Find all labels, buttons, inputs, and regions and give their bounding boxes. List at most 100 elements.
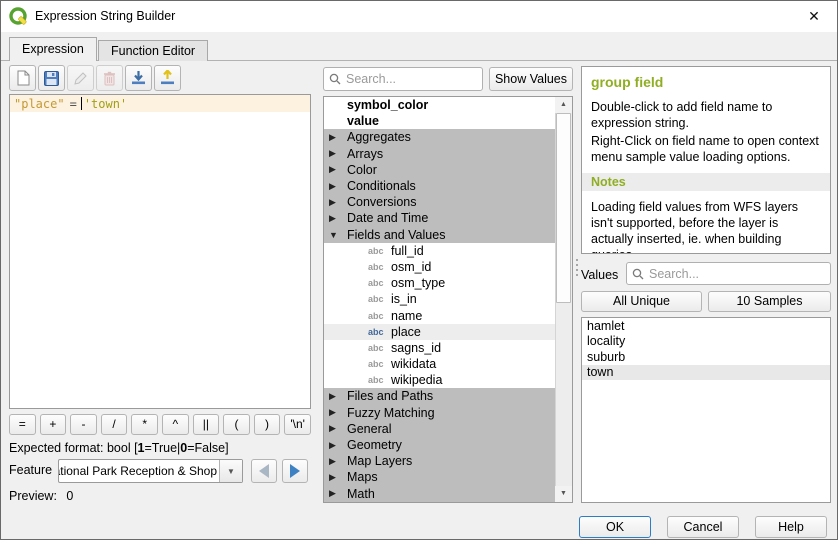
tree-group-arrays[interactable]: ▶Arrays <box>324 146 556 162</box>
expand-icon[interactable]: ▶ <box>329 440 343 451</box>
text-field-icon: abc <box>368 262 387 272</box>
tree-group-map-layers[interactable]: ▶Map Layers <box>324 453 556 469</box>
tree-group-aggregates[interactable]: ▶Aggregates <box>324 129 556 145</box>
help-notes-body: Loading field values from WFS layers isn… <box>591 199 821 254</box>
scroll-up-icon[interactable]: ▲ <box>555 97 572 113</box>
scroll-down-icon[interactable]: ▼ <box>555 486 572 502</box>
expand-icon[interactable]: ▶ <box>329 472 343 483</box>
tree-field-place[interactable]: abcplace <box>324 324 556 340</box>
expand-icon[interactable]: ▶ <box>329 213 343 224</box>
next-feature-button[interactable] <box>282 459 308 483</box>
op-minus-button[interactable]: - <box>70 414 97 435</box>
function-help-panel: group field Double-click to add field na… <box>581 66 831 254</box>
previous-feature-button[interactable] <box>251 459 277 483</box>
tree-group-geometry[interactable]: ▶Geometry <box>324 437 556 453</box>
ten-samples-button[interactable]: 10 Samples <box>708 291 831 312</box>
close-icon[interactable]: ✕ <box>791 1 837 31</box>
new-expression-button[interactable] <box>9 65 36 91</box>
op-equals-button[interactable]: = <box>9 414 36 435</box>
help-body-line2: Right-Click on field name to open contex… <box>591 133 821 165</box>
cancel-button[interactable]: Cancel <box>667 516 739 538</box>
op-open-paren-button[interactable]: ( <box>223 414 250 435</box>
tree-field-wikidata[interactable]: abcwikidata <box>324 356 556 372</box>
op-multiply-button[interactable]: * <box>131 414 158 435</box>
tree-group-conversions[interactable]: ▶Conversions <box>324 194 556 210</box>
feature-combobox-value[interactable]: k National Park Reception & Shop <box>59 460 219 482</box>
text-field-icon: abc <box>368 278 387 288</box>
value-item-town[interactable]: town <box>582 365 830 380</box>
expand-icon[interactable]: ▶ <box>329 407 343 418</box>
import-expression-button[interactable] <box>125 65 152 91</box>
all-unique-button[interactable]: All Unique <box>581 291 702 312</box>
expand-icon[interactable]: ▶ <box>329 488 343 499</box>
tree-field-full-id[interactable]: abcfull_id <box>324 243 556 259</box>
expand-icon[interactable]: ▶ <box>329 181 343 192</box>
tree-item-symbol-color[interactable]: symbol_color <box>324 97 556 113</box>
help-notes-title: Notes <box>582 173 830 191</box>
expand-icon[interactable]: ▶ <box>329 391 343 402</box>
export-expression-button[interactable] <box>154 65 181 91</box>
tree-field-wikipedia[interactable]: abcwikipedia <box>324 372 556 388</box>
expand-icon[interactable]: ▶ <box>329 456 343 467</box>
tree-group-date-and-time[interactable]: ▶Date and Time <box>324 210 556 226</box>
feature-combobox[interactable]: k National Park Reception & Shop ▼ <box>58 459 243 483</box>
tree-field-is-in[interactable]: abcis_in <box>324 291 556 307</box>
expression-editor[interactable]: "place" = 'town' <box>9 94 311 409</box>
text-field-icon: abc <box>368 359 387 369</box>
tree-group-math[interactable]: ▶Math <box>324 486 556 502</box>
op-plus-button[interactable]: + <box>40 414 67 435</box>
save-expression-button[interactable] <box>38 65 65 91</box>
show-values-button[interactable]: Show Values <box>489 67 573 91</box>
tree-group-files-and-paths[interactable]: ▶Files and Paths <box>324 388 556 404</box>
tree-group-maps[interactable]: ▶Maps <box>324 469 556 485</box>
text-field-icon: abc <box>368 294 387 304</box>
tree-field-name[interactable]: abcname <box>324 307 556 323</box>
expand-icon[interactable]: ▶ <box>329 164 343 175</box>
help-button[interactable]: Help <box>755 516 827 538</box>
tree-group-color[interactable]: ▶Color <box>324 162 556 178</box>
chevron-down-icon[interactable]: ▼ <box>219 460 242 482</box>
tree-group-fields-and-values[interactable]: ▼Fields and Values <box>324 227 556 243</box>
preview-label: Preview: <box>9 489 57 503</box>
pencil-icon <box>74 71 88 86</box>
value-item-suburb[interactable]: suburb <box>582 350 830 365</box>
expand-icon[interactable]: ▶ <box>329 197 343 208</box>
save-icon <box>44 71 59 86</box>
op-close-paren-button[interactable]: ) <box>254 414 281 435</box>
qgis-logo-icon <box>9 7 29 27</box>
text-field-icon: abc <box>368 246 387 256</box>
collapse-icon[interactable]: ▼ <box>329 230 343 240</box>
expand-icon[interactable]: ▶ <box>329 132 343 143</box>
tree-item-value[interactable]: value <box>324 113 556 129</box>
tab-function-editor[interactable]: Function Editor <box>98 40 208 61</box>
tree-group-general[interactable]: ▶General <box>324 421 556 437</box>
function-tree: symbol_color value ▶Aggregates ▶Arrays ▶… <box>323 96 573 503</box>
op-concat-button[interactable]: || <box>193 414 220 435</box>
expression-string-token: 'town' <box>84 97 127 111</box>
values-label: Values <box>581 268 618 282</box>
tree-group-fuzzy-matching[interactable]: ▶Fuzzy Matching <box>324 405 556 421</box>
op-newline-button[interactable]: '\n' <box>284 414 311 435</box>
panel-splitter-handle[interactable] <box>575 259 579 285</box>
tree-field-osm-id[interactable]: abcosm_id <box>324 259 556 275</box>
value-item-hamlet[interactable]: hamlet <box>582 319 830 334</box>
scrollbar-thumb[interactable] <box>556 113 571 303</box>
tab-expression[interactable]: Expression <box>9 37 97 61</box>
tree-group-conditionals[interactable]: ▶Conditionals <box>324 178 556 194</box>
op-divide-button[interactable]: / <box>101 414 128 435</box>
op-power-button[interactable]: ^ <box>162 414 189 435</box>
function-search-input[interactable]: Search... <box>323 67 483 91</box>
expand-icon[interactable]: ▶ <box>329 148 343 159</box>
arrow-left-icon <box>259 464 269 478</box>
ok-button[interactable]: OK <box>579 516 651 538</box>
dialog-expression-string-builder: Expression String Builder ✕ Expression F… <box>0 0 838 540</box>
expand-icon[interactable]: ▶ <box>329 423 343 434</box>
value-item-locality[interactable]: locality <box>582 334 830 349</box>
delete-expression-button[interactable] <box>96 65 123 91</box>
tree-field-sagns-id[interactable]: abcsagns_id <box>324 340 556 356</box>
values-search-input[interactable]: Search... <box>626 262 831 285</box>
help-body-line1: Double-click to add field name to expres… <box>591 99 821 131</box>
edit-expression-button[interactable] <box>67 65 94 91</box>
tree-field-osm-type[interactable]: abcosm_type <box>324 275 556 291</box>
operator-button-row: = + - / * ^ || ( ) '\n' <box>9 414 311 435</box>
